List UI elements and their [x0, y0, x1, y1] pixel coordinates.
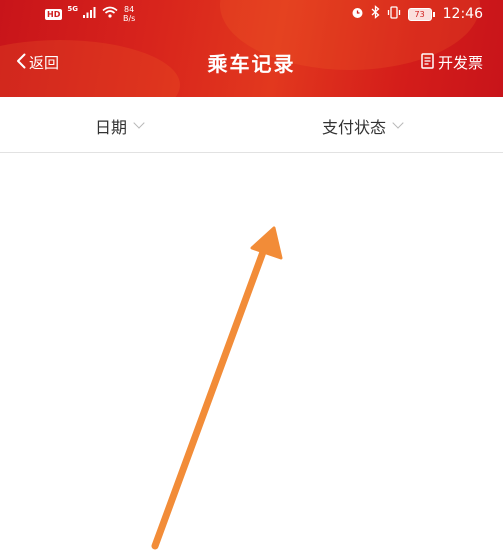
date-filter-label: 日期 [95, 118, 128, 137]
invoice-label: 开发票 [437, 54, 483, 72]
vibrate-icon [387, 5, 401, 23]
ride-records-list [0, 153, 503, 556]
wifi-icon [102, 6, 118, 22]
payment-status-filter-label: 支付状态 [322, 118, 387, 137]
filter-bar: 日期 支付状态 [0, 97, 503, 153]
chevron-down-icon [392, 117, 404, 129]
status-bar: HD 5G 84 B/s 73 12:46 [0, 0, 503, 28]
invoice-icon [421, 52, 434, 73]
status-bar-right: 73 12:46 [351, 4, 483, 24]
bluetooth-icon [371, 5, 380, 23]
network-speed-value: 84 [124, 5, 135, 14]
network-speed-unit: B/s [122, 14, 136, 23]
payment-status-filter-dropdown[interactable]: 支付状态 [322, 114, 404, 138]
status-bar-left: HD 5G 84 B/s [45, 4, 135, 24]
alarm-icon [351, 6, 364, 23]
signal-icon [82, 6, 97, 22]
network-speed: 84 B/s [123, 5, 135, 23]
battery-icon: 73 [407, 7, 435, 21]
chevron-down-icon [133, 117, 145, 129]
hd-badge: HD [45, 8, 63, 20]
network-type-label: 5G [67, 5, 78, 13]
battery-level: 73 [414, 9, 425, 19]
issue-invoice-button[interactable]: 开发票 [421, 52, 483, 73]
nav-bar: 返回 乘车记录 开发票 [0, 38, 503, 88]
phone-screen: HD 5G 84 B/s 73 12:46 返回 乘车记录 开发票 日期 支付状… [0, 0, 503, 556]
date-filter-dropdown[interactable]: 日期 [95, 114, 145, 138]
status-time: 12:46 [442, 6, 483, 22]
app-header: HD 5G 84 B/s 73 12:46 返回 乘车记录 开发票 [0, 0, 503, 97]
